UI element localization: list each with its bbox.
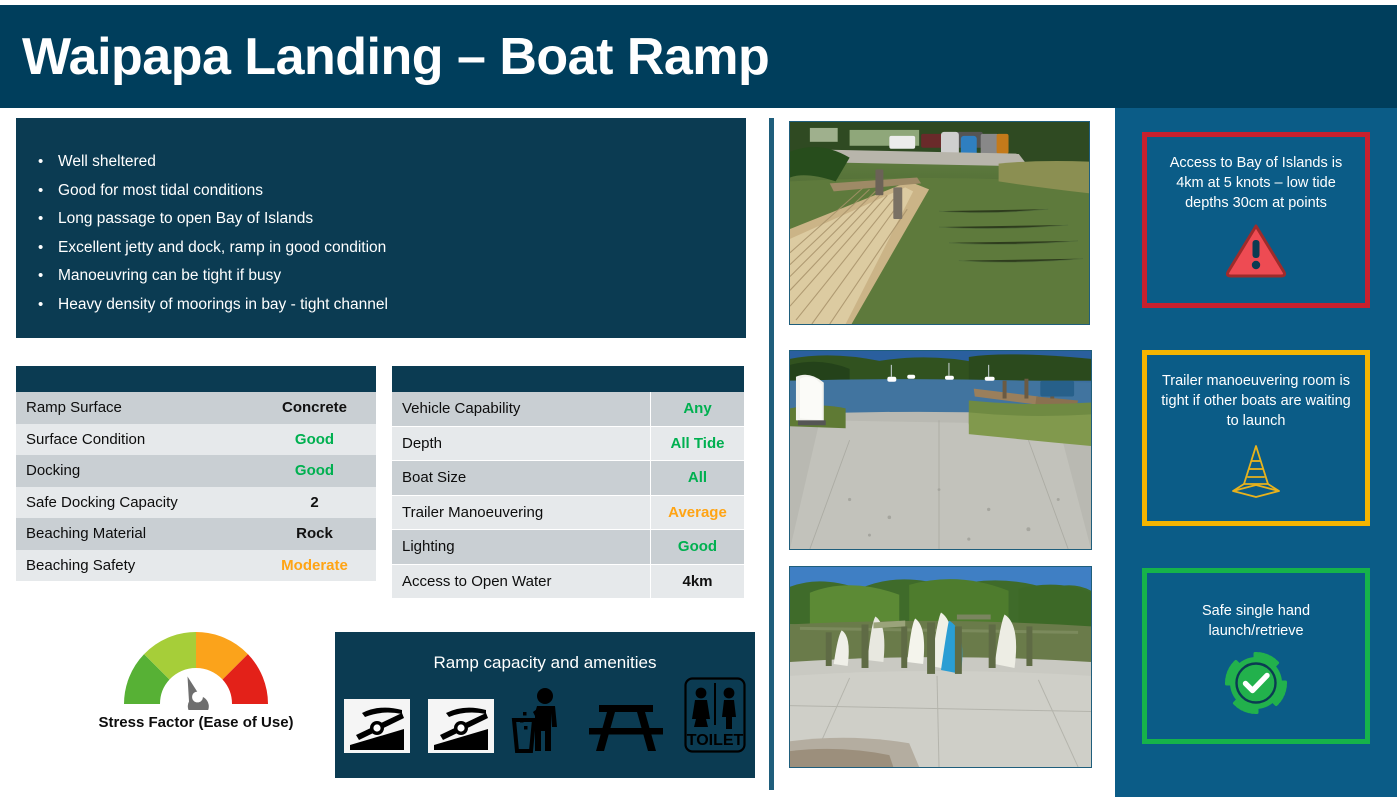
callouts-panel: Access to Bay of Islands is 4km at 5 kno… xyxy=(1115,108,1397,797)
table-header-bar xyxy=(16,366,376,392)
table-row: Safe Docking Capacity 2 xyxy=(16,486,376,518)
bullet-dot-icon: • xyxy=(38,153,44,170)
table-cell-key: Lighting xyxy=(392,530,651,565)
amenities-panel: Ramp capacity and amenities TOILET xyxy=(335,632,755,778)
photo-ramp-to-water xyxy=(789,350,1092,550)
table-cell-key: Beaching Safety xyxy=(16,549,253,581)
toilet-label: TOILET xyxy=(687,732,744,749)
vertical-divider xyxy=(769,118,774,790)
page-title: Waipapa Landing – Boat Ramp xyxy=(22,27,770,86)
boat-ramp-icon xyxy=(427,699,494,753)
bullet-dot-icon: • xyxy=(38,238,44,256)
list-item: • Long passage to open Bay of Islands xyxy=(38,209,722,229)
table-row: Vehicle Capability Any xyxy=(392,392,744,427)
table-row: Access to Open Water 4km xyxy=(392,564,744,599)
bullet-dot-icon: • xyxy=(38,295,44,313)
bullet-text: Heavy density of moorings in bay - tight… xyxy=(58,295,388,313)
picnic-table-icon xyxy=(585,701,667,753)
toilet-icon: TOILET xyxy=(684,677,746,753)
table-row: Depth All Tide xyxy=(392,426,744,461)
bullet-dot-icon: • xyxy=(38,267,44,284)
table-row: Docking Good xyxy=(16,455,376,487)
photo-jetty-and-ramp xyxy=(789,121,1090,325)
table-cell-key: Safe Docking Capacity xyxy=(16,486,253,518)
boat-ramp-icon xyxy=(344,699,410,753)
check-badge-icon xyxy=(1223,650,1289,721)
bullet-text: Well sheltered xyxy=(58,153,156,170)
warning-triangle-icon xyxy=(1225,222,1287,283)
table-cell-value: Concrete xyxy=(253,392,376,424)
list-item: • Good for most tidal conditions xyxy=(38,181,722,201)
table-cell-value: Good xyxy=(253,423,376,455)
callout-text: Access to Bay of Islands is 4km at 5 kno… xyxy=(1169,155,1343,211)
table-cell-value: 4km xyxy=(651,564,744,599)
bullet-text: Long passage to open Bay of Islands xyxy=(58,210,314,227)
summary-bullets-panel: • Well sheltered • Good for most tidal c… xyxy=(16,118,746,338)
table-cell-value: Moderate xyxy=(253,549,376,581)
table-cell-value: Average xyxy=(651,495,744,530)
table-row: Beaching Material Rock xyxy=(16,518,376,550)
bullet-dot-icon: • xyxy=(38,210,44,227)
header-bar: Waipapa Landing – Boat Ramp xyxy=(0,5,1397,108)
table-cell-key: Ramp Surface xyxy=(16,392,253,424)
gauge-label: Stress Factor (Ease of Use) xyxy=(98,714,294,731)
callout-safe-launch: Safe single hand launch/retrieve xyxy=(1142,568,1370,744)
table-cell-value: Good xyxy=(253,455,376,487)
table-cell-value: All Tide xyxy=(651,426,744,461)
callout-access-warning: Access to Bay of Islands is 4km at 5 kno… xyxy=(1142,132,1370,308)
list-item: • Manoeuvring can be tight if busy xyxy=(38,266,722,286)
callout-manoeuvring-warning: Trailer manoeuvering room is tight if ot… xyxy=(1142,350,1370,526)
list-item: • Well sheltered xyxy=(38,152,722,172)
table-cell-key: Beaching Material xyxy=(16,518,253,550)
amenities-title: Ramp capacity and amenities xyxy=(433,653,657,672)
table-cell-key: Vehicle Capability xyxy=(392,392,651,427)
table-cell-value: Rock xyxy=(253,518,376,550)
table-row: Trailer Manoeuvering Average xyxy=(392,495,744,530)
bullet-text: Good for most tidal conditions xyxy=(58,181,264,199)
table-header-bar xyxy=(392,366,744,392)
table-cell-key: Surface Condition xyxy=(16,423,253,455)
ramp-attributes-table: Ramp Surface Concrete Surface Condition … xyxy=(16,366,376,581)
traffic-cone-icon xyxy=(1225,440,1287,503)
table-cell-key: Boat Size xyxy=(392,461,651,496)
list-item: • Excellent jetty and dock, ramp in good… xyxy=(38,238,722,258)
table-cell-value: 2 xyxy=(253,486,376,518)
operations-attributes-table: Vehicle Capability Any Depth All Tide Bo… xyxy=(392,366,744,599)
table-row: Lighting Good xyxy=(392,530,744,565)
table-row: Surface Condition Good xyxy=(16,423,376,455)
table-row: Ramp Surface Concrete xyxy=(16,392,376,424)
table-cell-key: Trailer Manoeuvering xyxy=(392,495,651,530)
stress-factor-gauge: Stress Factor (Ease of Use) xyxy=(96,624,296,744)
table-cell-key: Access to Open Water xyxy=(392,564,651,599)
list-item: • Heavy density of moorings in bay - tig… xyxy=(38,295,722,315)
callout-text: Trailer manoeuvering room is tight if ot… xyxy=(1161,373,1351,429)
table-cell-value: All xyxy=(651,461,744,496)
rubbish-bin-icon xyxy=(511,687,567,753)
callout-text: Safe single hand launch/retrieve xyxy=(1201,603,1311,639)
table-row: Beaching Safety Moderate xyxy=(16,549,376,581)
gauge-icon xyxy=(124,632,268,710)
table-cell-key: Depth xyxy=(392,426,651,461)
bullet-text: Manoeuvring can be tight if busy xyxy=(58,267,282,284)
bullet-text: Excellent jetty and dock, ramp in good c… xyxy=(58,238,387,256)
photo-dinghy-racks xyxy=(789,566,1092,768)
table-cell-value: Good xyxy=(651,530,744,565)
table-row: Boat Size All xyxy=(392,461,744,496)
bullet-dot-icon: • xyxy=(38,181,44,199)
table-cell-key: Docking xyxy=(16,455,253,487)
table-cell-value: Any xyxy=(651,392,744,427)
slide-root: Waipapa Landing – Boat Ramp • Well shelt… xyxy=(0,0,1397,797)
